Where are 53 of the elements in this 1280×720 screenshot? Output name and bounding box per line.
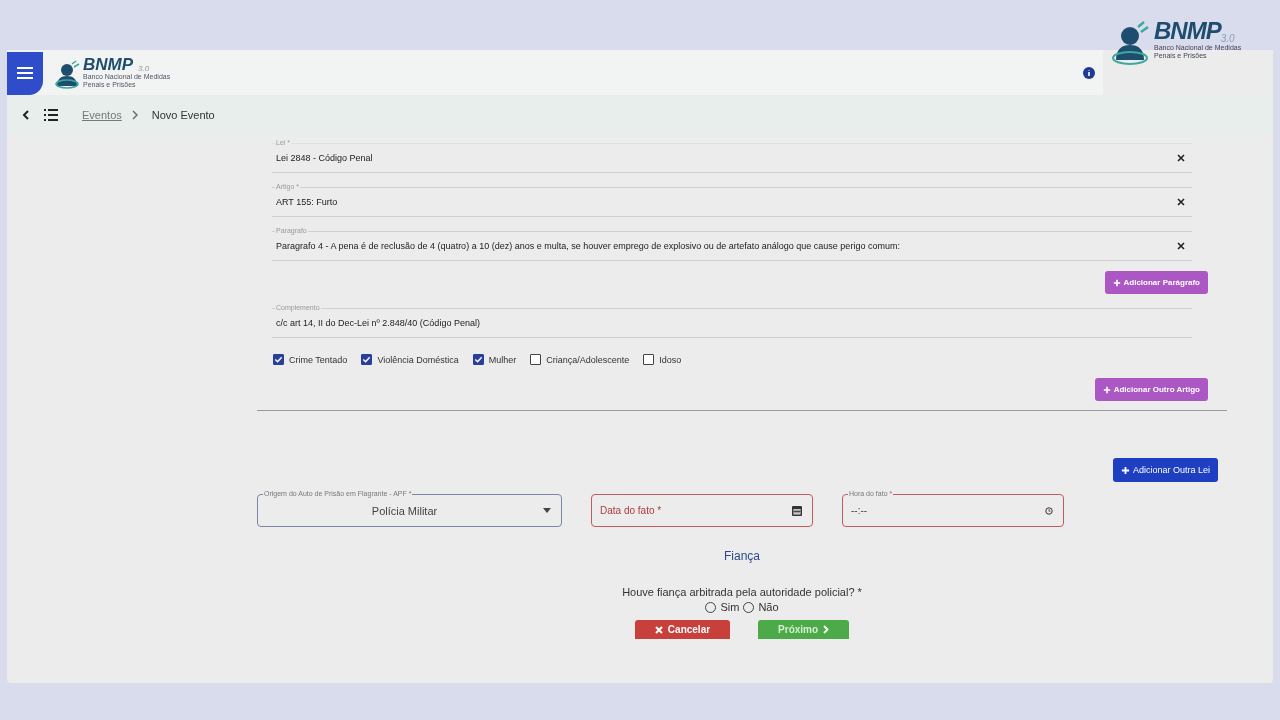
checkbox-label: Crime Tentado — [289, 354, 348, 365]
chevron-right-icon — [823, 625, 830, 634]
date-field[interactable]: Data do fato * — [591, 494, 813, 527]
list-icon[interactable] — [44, 109, 58, 121]
checkmark-icon — [362, 355, 372, 364]
field-value: Polícia Militar — [370, 504, 439, 517]
checkbox[interactable] — [273, 354, 284, 365]
field-value: --:-- — [851, 505, 869, 516]
add-button[interactable]: Adicionar Outro Artigo — [1094, 378, 1208, 401]
plus-icon — [1112, 278, 1121, 287]
checkbox[interactable] — [530, 354, 542, 365]
add-law-button[interactable]: Adicionar Outra Lei — [1112, 458, 1218, 482]
radio-label: Sim — [720, 601, 740, 613]
logo-wordmark: BNMP — [83, 56, 135, 73]
add-button[interactable]: Adicionar Parágrafo — [1104, 271, 1208, 294]
question-text: Houve fiança arbitrada pela autoridade policial? * — [622, 586, 862, 598]
field-value: ART 155: Furto — [276, 197, 339, 207]
checkmark-icon — [274, 355, 283, 364]
checkbox-label: Mulher — [488, 354, 517, 365]
checkbox[interactable] — [361, 354, 373, 365]
plus-icon — [1120, 465, 1130, 475]
close-icon — [654, 625, 663, 634]
field-placeholder: Data do fato * — [600, 505, 663, 516]
checkmark-icon — [473, 355, 483, 364]
checkbox[interactable] — [643, 354, 655, 365]
calendar-icon[interactable] — [792, 505, 802, 516]
radio-label: Não — [758, 601, 779, 613]
dropdown-caret-icon — [543, 508, 551, 513]
clear-icon[interactable] — [1177, 154, 1185, 162]
plus-icon — [1102, 385, 1111, 394]
clock-icon[interactable] — [1045, 506, 1053, 515]
logo-version: 3.0 — [1220, 33, 1235, 44]
menu-icon — [16, 66, 34, 80]
field-value: c/c art 14, II do Dec-Lei nº 2.848/40 (Código Penal) — [276, 318, 481, 328]
chevron-icon — [131, 110, 138, 120]
field-value: Paragrafo 4 - A pena é de reclusão de 4 (quatro) a 10 (dez) anos e multa, se houver emprego de explosivo ou de artefato análogo que cause perigo comum: — [276, 241, 901, 251]
breadcrumb-link[interactable]: Eventos — [82, 109, 122, 121]
logo-version: 3.0 — [138, 64, 150, 73]
info-icon[interactable] — [1083, 66, 1095, 79]
section-title: Fiança — [724, 549, 760, 563]
field-value: Lei 2848 - Código Penal — [276, 153, 374, 163]
checkbox[interactable] — [472, 354, 484, 365]
person-logo-icon — [55, 59, 81, 89]
clear-icon[interactable] — [1177, 242, 1185, 250]
checkbox-label: Idoso — [659, 354, 682, 365]
checkbox-label: Violência Doméstica — [377, 354, 459, 365]
checkbox-label: Criança/Adolescente — [546, 354, 630, 365]
cancel-button[interactable]: Cancelar — [634, 620, 731, 639]
clear-icon[interactable] — [1177, 198, 1185, 206]
logo-wordmark: BNMP — [1154, 18, 1221, 44]
back-icon[interactable] — [22, 109, 30, 121]
menu-button[interactable] — [7, 51, 43, 95]
breadcrumb-current: Novo Evento — [151, 109, 215, 121]
